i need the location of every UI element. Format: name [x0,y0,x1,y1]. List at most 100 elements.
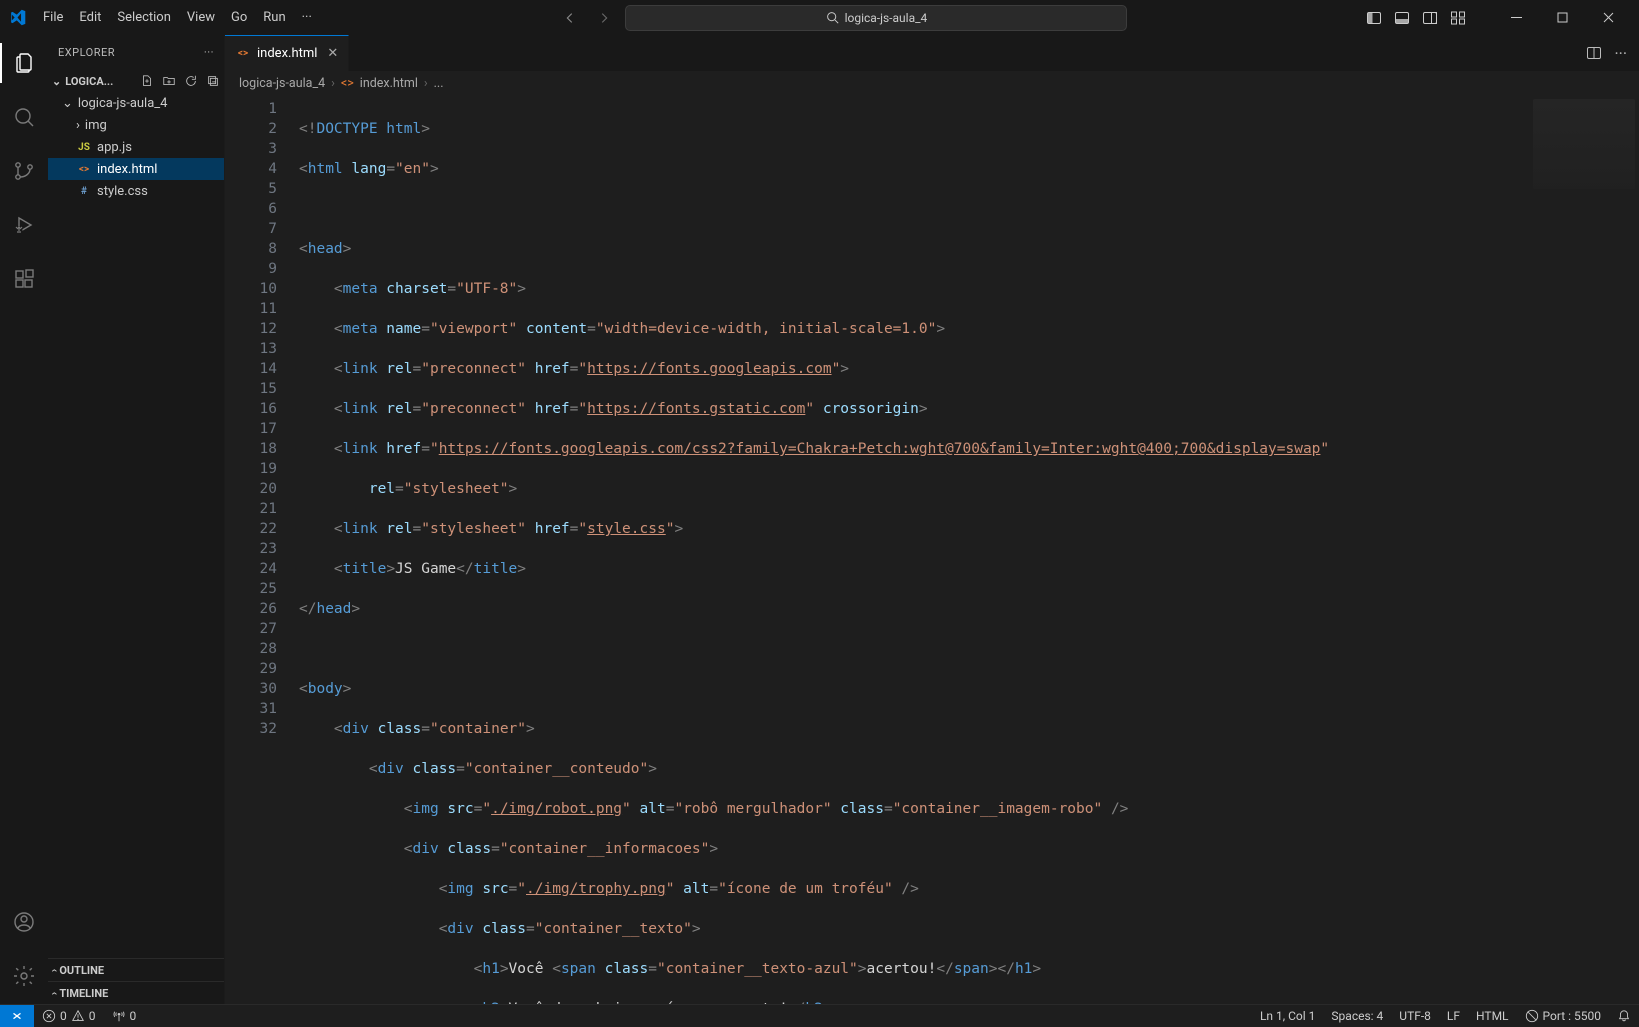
menu-bar: File Edit Selection View Go Run ··· [35,0,320,35]
status-problems[interactable]: 0 0 [34,1009,104,1023]
tree-folder-img[interactable]: › img [48,114,224,136]
layout-sidebar-right-icon[interactable] [1421,9,1439,27]
code-content[interactable]: <!DOCTYPE html> <html lang="en"> <head> … [291,95,1529,1004]
chevron-down-icon: ⌄ [62,96,73,111]
minimap[interactable] [1529,95,1639,1004]
chevron-down-icon: ⌄ [52,75,61,88]
status-live-server[interactable]: Port : 5500 [1517,1009,1609,1023]
status-warnings-count: 0 [89,1009,96,1023]
activity-search-icon[interactable] [0,97,48,137]
activity-explorer-icon[interactable] [0,43,48,83]
split-editor-icon[interactable] [1586,45,1602,61]
explorer-sidebar: EXPLORER ··· ⌄ LOGICA... ⌄ logica-js-aul… [48,35,225,1004]
tree-folder-root[interactable]: ⌄ logica-js-aula_4 [48,92,224,114]
warning-icon [71,1009,85,1023]
breadcrumb-segment[interactable]: logica-js-aula_4 [239,76,325,91]
status-cursor[interactable]: Ln 1, Col 1 [1252,1009,1323,1023]
sidebar-folder-label: LOGICA... [65,75,113,88]
file-css-icon: # [76,183,92,199]
activity-source-control-icon[interactable] [0,151,48,191]
editor[interactable]: 1234567891011121314151617181920212223242… [225,95,1639,1004]
sidebar-outline[interactable]: › OUTLINE [48,958,224,981]
remote-indicator[interactable] [0,1005,34,1027]
tree-label: logica-js-aula_4 [78,96,168,111]
minimap-overview [1533,99,1635,189]
menu-view[interactable]: View [179,0,223,35]
vscode-window: File Edit Selection View Go Run ··· logi… [0,0,1639,1027]
command-center-text: logica-js-aula_4 [845,11,928,25]
activity-bar [0,35,48,1004]
layout-sidebar-left-icon[interactable] [1365,9,1383,27]
status-language[interactable]: HTML [1468,1009,1517,1023]
tree-label: index.html [97,162,157,177]
activity-accounts-icon[interactable] [0,902,48,942]
outline-label: OUTLINE [59,964,104,977]
menu-run[interactable]: Run [255,0,293,35]
sidebar-title: EXPLORER ··· [48,35,224,70]
customize-layout-icon[interactable] [1449,9,1467,27]
tree-file-stylecss[interactable]: # style.css [48,180,224,202]
chevron-right-icon: › [331,76,335,91]
menu-edit[interactable]: Edit [71,0,109,35]
main-area: EXPLORER ··· ⌄ LOGICA... ⌄ logica-js-aul… [0,35,1639,1004]
status-indent[interactable]: Spaces: 4 [1323,1009,1391,1023]
menu-file[interactable]: File [35,0,71,35]
command-center[interactable]: logica-js-aula_4 [625,5,1127,31]
new-folder-icon[interactable] [162,74,176,88]
sidebar-folder-header[interactable]: ⌄ LOGICA... [48,70,224,92]
collapse-all-icon[interactable] [206,74,220,88]
tab-label: index.html [257,46,317,61]
editor-tabs: <> index.html ✕ ··· [225,35,1639,71]
menu-selection[interactable]: Selection [109,0,178,35]
sidebar-timeline[interactable]: › TIMELINE [48,981,224,1004]
tree-label: img [85,118,107,133]
breadcrumbs[interactable]: logica-js-aula_4 › <> index.html › ... [225,71,1639,95]
maximize-button[interactable] [1539,0,1585,35]
menu-overflow-icon[interactable]: ··· [294,0,320,35]
title-right [1365,0,1639,35]
status-notifications[interactable] [1609,1009,1639,1023]
line-number-gutter: 1234567891011121314151617181920212223242… [225,95,291,1004]
tree-file-appjs[interactable]: JS app.js [48,136,224,158]
file-tree: ⌄ logica-js-aula_4 › img JS app.js <> in… [48,92,224,202]
refresh-icon[interactable] [184,74,198,88]
vscode-logo-icon [0,9,35,26]
timeline-label: TIMELINE [59,987,108,1000]
tree-label: app.js [97,140,132,155]
breadcrumb-segment[interactable]: index.html [360,76,418,91]
activity-run-debug-icon[interactable] [0,205,48,245]
breadcrumb-segment[interactable]: ... [434,76,444,91]
window-controls [1493,0,1631,35]
search-icon [826,11,839,24]
minimize-button[interactable] [1493,0,1539,35]
chevron-right-icon: › [76,118,80,133]
status-ports-count: 0 [130,1009,137,1023]
nav-back-icon[interactable] [557,5,583,31]
chevron-right-icon: › [424,76,428,91]
sidebar-more-icon[interactable]: ··· [204,46,214,59]
editor-group: <> index.html ✕ ··· logica-js-aula_4 › <… [225,35,1639,1004]
activity-extensions-icon[interactable] [0,259,48,299]
menu-go[interactable]: Go [223,0,255,35]
close-button[interactable] [1585,0,1631,35]
tree-label: style.css [97,184,148,199]
radio-tower-icon [112,1009,126,1023]
status-encoding[interactable]: UTF-8 [1391,1009,1439,1023]
broadcast-off-icon [1525,1009,1539,1023]
close-icon[interactable]: ✕ [327,46,338,61]
chevron-right-icon: › [47,968,60,971]
tab-indexhtml[interactable]: <> index.html ✕ [225,35,349,71]
file-html-icon: <> [76,161,92,177]
tree-file-indexhtml[interactable]: <> index.html [48,158,224,180]
file-js-icon: JS [76,139,92,155]
status-eol[interactable]: LF [1439,1009,1468,1023]
title-bar: File Edit Selection View Go Run ··· logi… [0,0,1639,35]
tab-more-icon[interactable]: ··· [1614,44,1627,63]
layout-panel-icon[interactable] [1393,9,1411,27]
new-file-icon[interactable] [140,74,154,88]
title-center: logica-js-aula_4 [320,5,1365,31]
activity-settings-icon[interactable] [0,956,48,996]
file-html-icon: <> [235,46,251,62]
nav-forward-icon[interactable] [591,5,617,31]
status-ports[interactable]: 0 [104,1009,145,1023]
